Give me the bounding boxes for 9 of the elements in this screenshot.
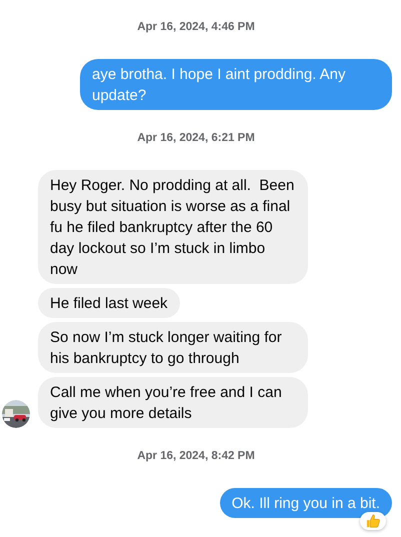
message-bubble: So now I’m stuck longer waiting for his bankruptcy to go through <box>38 322 308 373</box>
timestamp: Apr 16, 2024, 4:46 PM <box>136 20 256 35</box>
message-bubble: aye brotha. I hope I aint prodding. Any update? <box>80 59 392 110</box>
timestamp: Apr 16, 2024, 8:42 PM <box>136 449 256 464</box>
message-bubble: He filed last week <box>38 288 180 318</box>
message-bubble: Call me when you’re free and I can give you more details <box>38 377 308 428</box>
thumbs-up-icon[interactable] <box>360 512 386 530</box>
timestamp: Apr 16, 2024, 6:21 PM <box>136 131 256 146</box>
message-bubble: Hey Roger. No prodding at all. Been busy but situation is worse as a final fu he filed bankruptcy after the 60 day lockout so I’m stuck in limbo now <box>38 170 308 284</box>
